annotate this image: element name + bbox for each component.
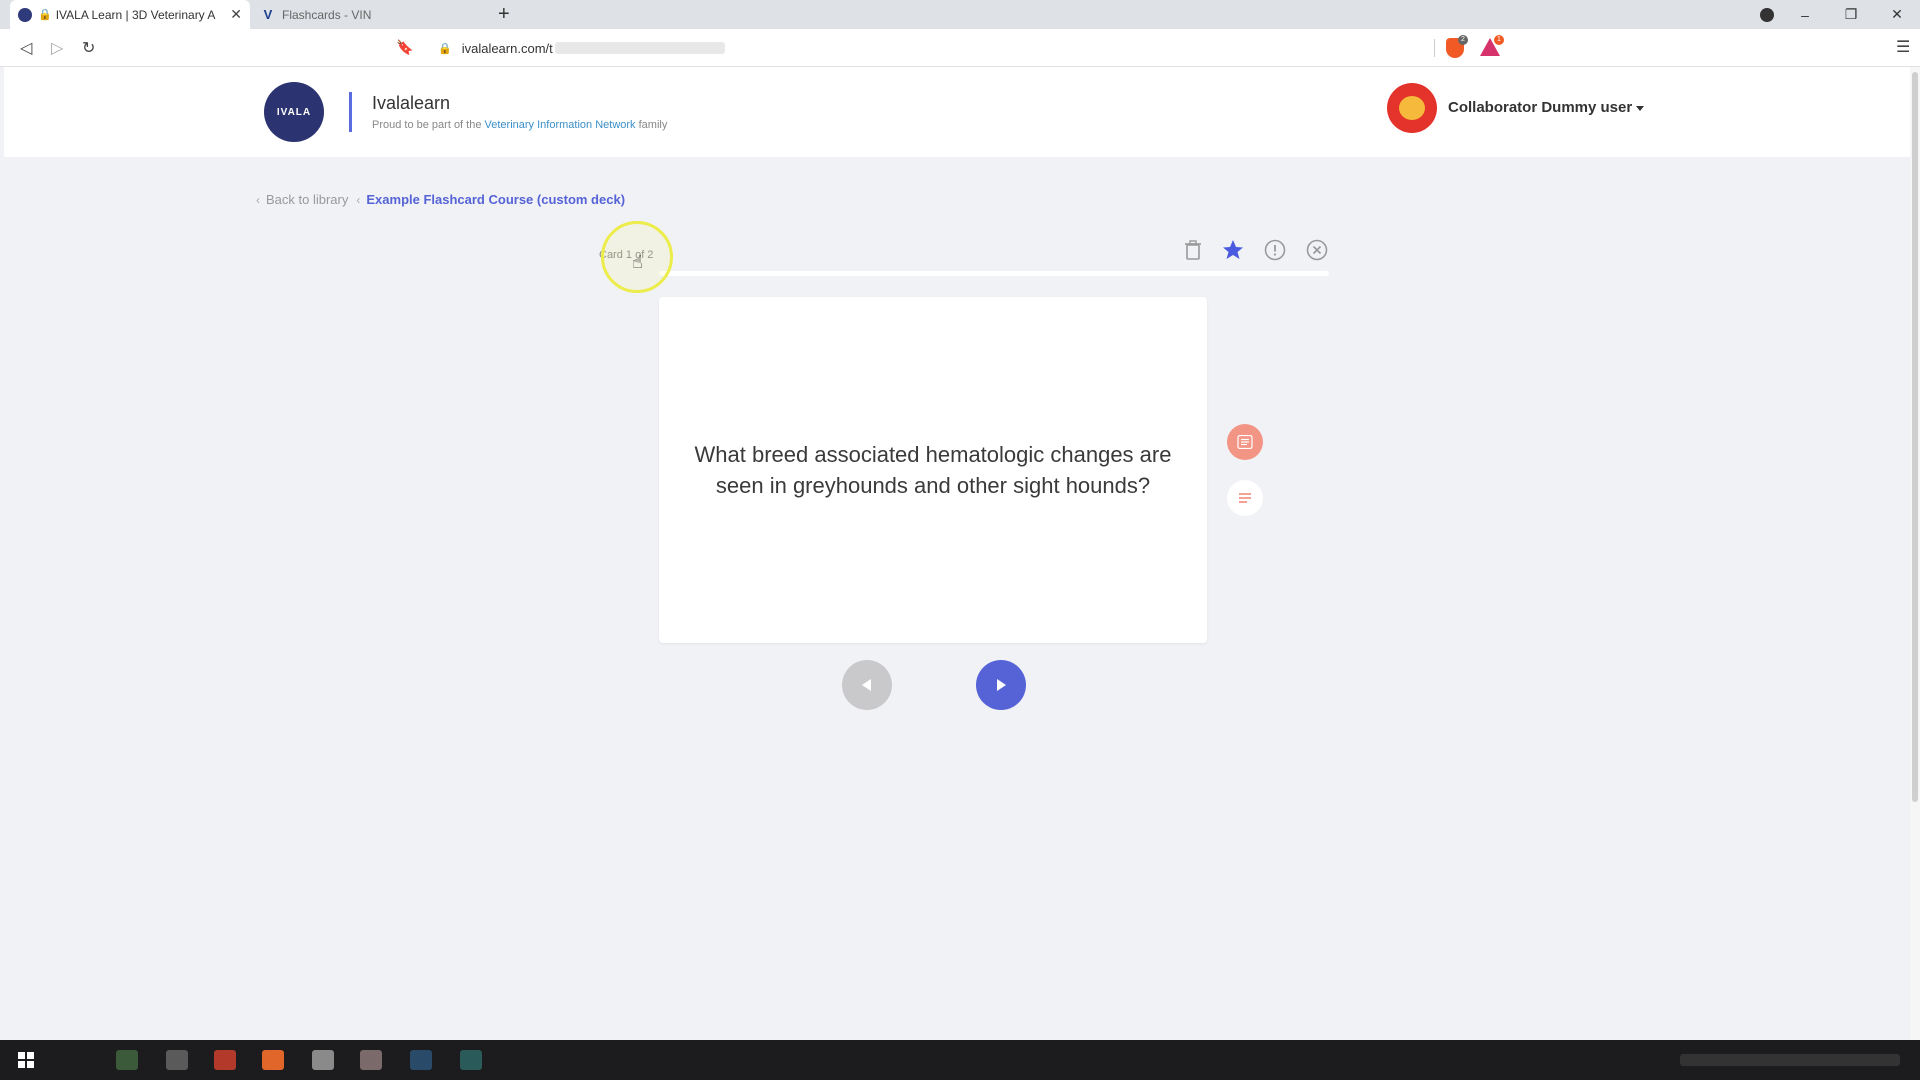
- url-redacted: [554, 42, 725, 54]
- tab-close-icon[interactable]: ✕: [230, 6, 242, 23]
- vin-favicon-icon: V: [263, 7, 273, 22]
- browser-tab-bar: 🔒 IVALA Learn | 3D Veterinary A ✕ V Flas…: [0, 0, 1920, 29]
- list-icon: [1239, 493, 1251, 503]
- window-controls: – ❐ ✕: [1782, 0, 1920, 29]
- notes-icon: [1237, 435, 1253, 449]
- browser-toolbar: ◁ ▷ ↻ 🔖 🔒 ivalalearn.com/t 2 1 ☰: [0, 29, 1920, 67]
- forward-arrow-icon[interactable]: ▷: [51, 38, 63, 58]
- trash-icon: [1185, 240, 1201, 260]
- taskbar-app-icon[interactable]: [312, 1050, 334, 1070]
- breadcrumb: ‹ Back to library ‹ Example Flashcard Co…: [256, 192, 625, 207]
- brand-name: Ivalalearn: [372, 93, 451, 113]
- close-circle-icon: [1306, 239, 1328, 261]
- brave-shields-badge: 2: [1458, 35, 1468, 45]
- chevron-left-icon: ‹: [356, 192, 361, 207]
- taskbar-app-icon[interactable]: [214, 1050, 236, 1070]
- back-to-library-link[interactable]: Back to library: [266, 192, 348, 207]
- notes-button[interactable]: [1227, 424, 1263, 460]
- bookmark-icon[interactable]: 🔖: [396, 39, 413, 56]
- vin-link[interactable]: Veterinary Information Network: [485, 119, 636, 131]
- user-menu-toggle[interactable]: Collaborator Dummy user: [1448, 99, 1645, 116]
- play-left-icon: [862, 679, 871, 691]
- card-progress-bar: [659, 271, 1329, 276]
- delete-card-button[interactable]: [1179, 236, 1207, 264]
- os-taskbar: [0, 1040, 1920, 1080]
- new-tab-button[interactable]: +: [498, 3, 510, 26]
- tab-title: IVALA Learn | 3D Veterinary A: [55, 7, 216, 22]
- ivala-favicon-icon: [18, 7, 32, 22]
- favorite-card-button[interactable]: [1219, 236, 1247, 264]
- taskbar-app-icon[interactable]: [166, 1050, 188, 1070]
- flashcard[interactable]: What breed associated hematologic change…: [659, 297, 1207, 643]
- alert-circle-icon: [1264, 239, 1286, 261]
- app-header: IVALA Ivalalearn Proud to be part of the…: [4, 67, 1910, 157]
- flashcard-question: What breed associated hematologic change…: [694, 442, 1172, 498]
- chevron-left-icon: ‹: [256, 192, 260, 207]
- play-right-icon: [997, 679, 1006, 691]
- star-icon: [1223, 240, 1243, 259]
- taskbar-browser-icon[interactable]: [262, 1050, 284, 1070]
- minimize-button[interactable]: –: [1782, 7, 1828, 23]
- windows-start-icon[interactable]: [18, 1052, 34, 1068]
- tab-ivala-learn[interactable]: 🔒 IVALA Learn | 3D Veterinary A ✕: [10, 0, 250, 29]
- profile-menu-icon[interactable]: [1760, 8, 1774, 22]
- reload-icon[interactable]: ↻: [82, 38, 95, 58]
- window-close-button[interactable]: ✕: [1874, 6, 1920, 23]
- taskbar-app-icon[interactable]: [460, 1050, 482, 1070]
- lion-avatar-icon: [1399, 96, 1425, 120]
- taskbar-app-icon[interactable]: [360, 1050, 382, 1070]
- secure-lock-icon: 🔒: [438, 42, 452, 55]
- card-list-button[interactable]: [1227, 480, 1263, 516]
- caret-down-icon: [1636, 105, 1645, 111]
- ivala-logo[interactable]: IVALA: [264, 82, 324, 142]
- tab-lock-icon: 🔒: [38, 9, 52, 21]
- user-avatar[interactable]: [1387, 83, 1437, 133]
- previous-card-button[interactable]: [842, 660, 892, 710]
- brave-rewards-badge: 1: [1494, 35, 1504, 45]
- back-arrow-icon[interactable]: ◁: [20, 38, 32, 58]
- toolbar-divider: [1434, 39, 1435, 57]
- url-text: ivalalearn.com/t: [461, 40, 553, 56]
- tab-title: Flashcards - VIN: [282, 7, 372, 22]
- address-bar[interactable]: 🔒 ivalalearn.com/t: [428, 34, 1428, 62]
- restore-button[interactable]: ❐: [1828, 6, 1874, 23]
- browser-menu-icon[interactable]: ☰: [1896, 37, 1910, 57]
- hand-cursor-icon: ☝: [632, 252, 643, 272]
- taskbar-app-icon[interactable]: [410, 1050, 432, 1070]
- taskbar-app-icon[interactable]: [116, 1050, 138, 1070]
- course-title-link[interactable]: Example Flashcard Course (custom deck): [366, 192, 625, 207]
- next-card-button[interactable]: [976, 660, 1026, 710]
- brand-tagline: Proud to be part of the Veterinary Infor…: [372, 119, 668, 131]
- report-card-button[interactable]: [1261, 236, 1289, 264]
- header-divider: [349, 92, 352, 132]
- tab-flashcards-vin[interactable]: V Flashcards - VIN: [252, 0, 492, 29]
- scrollbar-thumb[interactable]: [1912, 72, 1918, 802]
- close-card-button[interactable]: [1303, 236, 1331, 264]
- system-tray[interactable]: [1680, 1054, 1900, 1066]
